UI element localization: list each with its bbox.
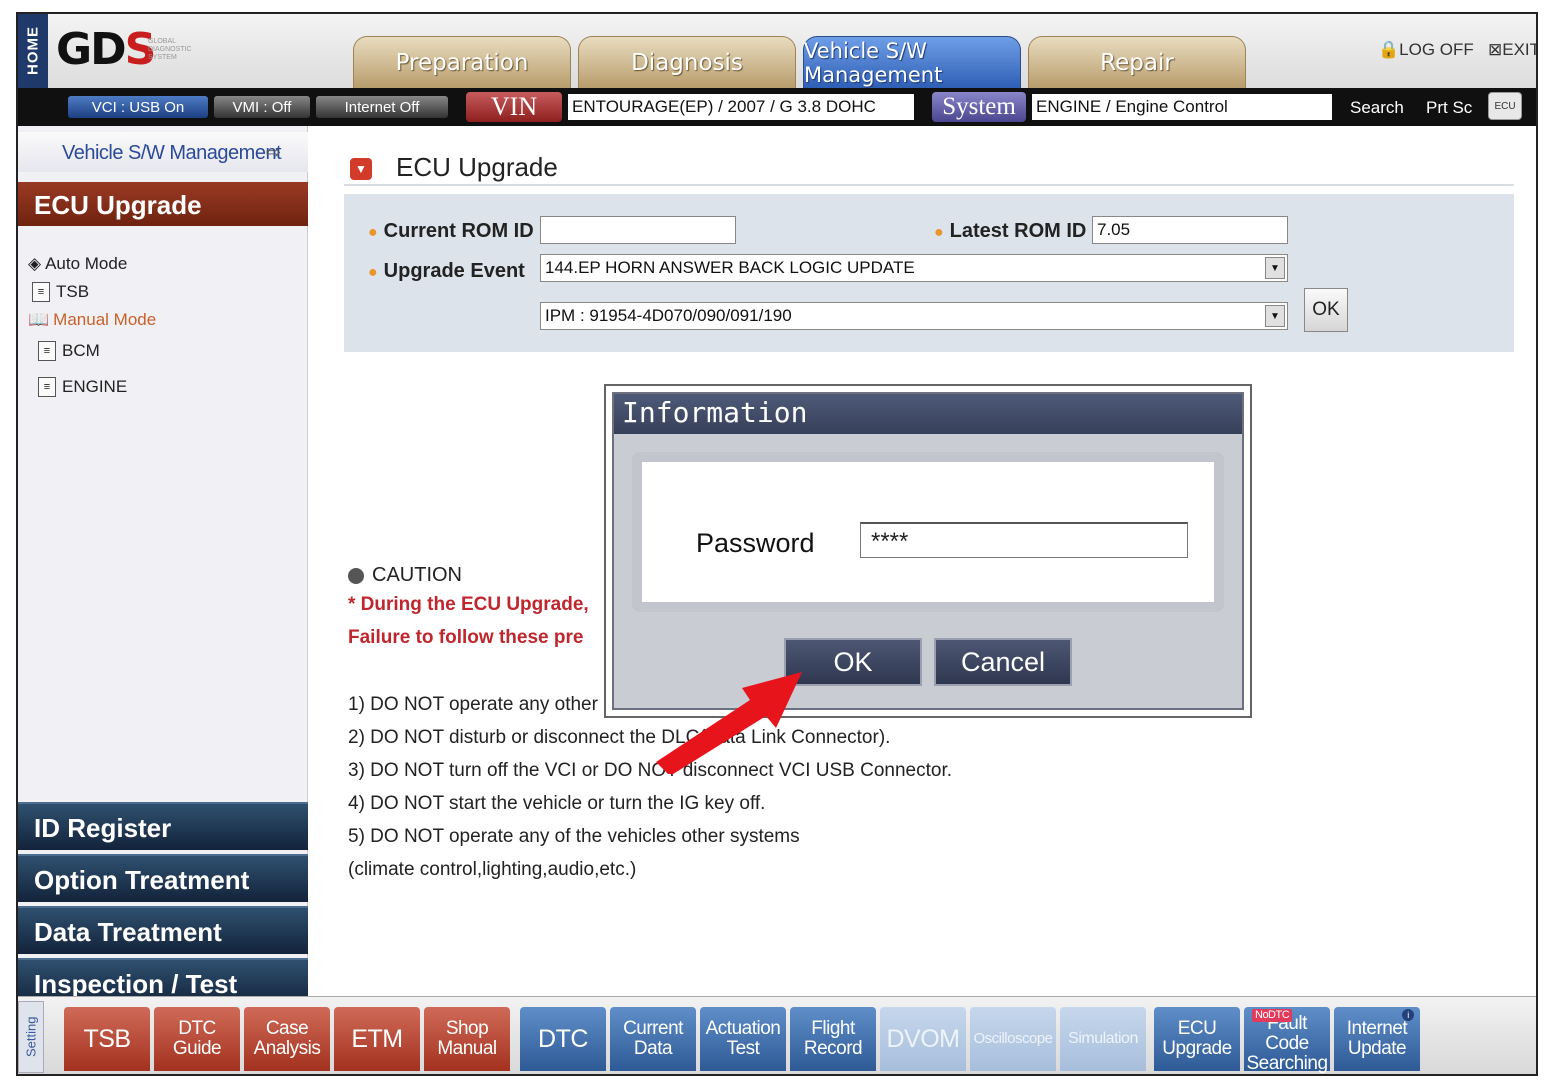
sidebar-section-ecu-upgrade[interactable]: ECU Upgrade <box>18 182 308 226</box>
gds-window: HOME GDS GLOBAL DIAGNOSTIC SYSTEM Prepar… <box>16 12 1538 1076</box>
print-screen-button[interactable]: Prt Sc <box>1426 98 1472 118</box>
gds-logo: GDS GLOBAL DIAGNOSTIC SYSTEM <box>56 24 216 75</box>
rule-4: 4) DO NOT start the vehicle or turn the … <box>348 793 766 814</box>
sidebar-id-register[interactable]: ID Register <box>18 802 308 850</box>
toolbar-shop-manual[interactable]: Shop Manual <box>424 1007 510 1071</box>
logo-subtext: GLOBAL DIAGNOSTIC SYSTEM <box>148 38 192 61</box>
upgrade-event-select[interactable]: 144.EP HORN ANSWER BACK LOGIC UPDATE ▼ <box>540 254 1288 282</box>
toolbar-simulation[interactable]: Simulation <box>1060 1007 1146 1071</box>
tab-preparation[interactable]: Preparation <box>353 36 571 88</box>
home-button[interactable]: HOME <box>18 14 48 88</box>
sidebar-data-treatment[interactable]: Data Treatment <box>18 906 308 954</box>
document-icon: ≡ <box>32 282 50 302</box>
collapse-icon[interactable]: ▼ <box>350 158 372 180</box>
no-dtc-badge: NoDTC <box>1252 1009 1293 1022</box>
vmi-status: VMI : Off <box>214 96 310 118</box>
dialog-title: Information <box>614 394 1242 434</box>
arrow-right-icon: ⇨ <box>266 142 281 162</box>
sidebar-item-engine[interactable]: ≡ ENGINE <box>38 377 127 397</box>
toolbar-oscilloscope[interactable]: Oscilloscope <box>970 1007 1056 1071</box>
password-input[interactable]: **** <box>860 522 1188 558</box>
red-pointer-arrow-icon <box>656 672 802 774</box>
diamond-icon: ◈ <box>28 254 42 273</box>
sidebar-item-auto-mode[interactable]: ◈ Auto Mode <box>28 254 127 274</box>
bullet-icon <box>348 567 364 584</box>
toolbar-actuation-test[interactable]: Actuation Test <box>700 1007 786 1071</box>
rule-1: 1) DO NOT operate any other <box>348 694 598 715</box>
password-label: Password <box>696 528 815 558</box>
toolbar-tsb[interactable]: TSB <box>64 1007 150 1071</box>
search-button[interactable]: Search <box>1350 98 1404 118</box>
internet-status: Internet Off <box>316 96 448 118</box>
info-icon: i <box>1402 1009 1414 1021</box>
title-divider <box>344 184 1514 186</box>
page-title: ECU Upgrade <box>396 152 558 182</box>
document-icon: ≡ <box>38 341 56 361</box>
upgrade-event-label: ● Upgrade Event <box>368 260 525 282</box>
toolbar-dtc[interactable]: DTC <box>520 1007 606 1071</box>
system-label: System <box>932 92 1026 122</box>
ipm-select[interactable]: IPM : 91954-4D070/090/091/190 ▼ <box>540 302 1288 330</box>
latest-rom-field[interactable]: 7.05 <box>1092 216 1288 244</box>
sidebar-item-tsb[interactable]: ≡ TSB <box>32 282 89 302</box>
sidebar-item-manual-mode[interactable]: 📖 Manual Mode <box>28 310 156 330</box>
tab-repair[interactable]: Repair <box>1028 36 1246 88</box>
toolbar-dtc-guide[interactable]: DTC Guide <box>154 1007 240 1071</box>
caution-line-2: Failure to follow these pre <box>348 627 584 648</box>
caution-line-1: * During the ECU Upgrade, <box>348 594 589 615</box>
sidebar-title[interactable]: Vehicle S/W Management ⇨ <box>18 132 308 172</box>
rule-5: 5) DO NOT operate any of the vehicles ot… <box>348 826 800 847</box>
current-rom-label: ● Current ROM ID <box>368 220 534 242</box>
sidebar: Vehicle S/W Management ⇨ ECU Upgrade ◈ A… <box>18 126 308 1006</box>
current-rom-field[interactable] <box>540 216 736 244</box>
vin-field[interactable]: ENTOURAGE(EP) / 2007 / G 3.8 DOHC <box>568 94 914 120</box>
toolbar-case-analysis[interactable]: Case Analysis <box>244 1007 330 1071</box>
sidebar-item-bcm[interactable]: ≡ BCM <box>38 341 100 361</box>
ok-button-form[interactable]: OK <box>1304 288 1348 332</box>
header-bar: GDS GLOBAL DIAGNOSTIC SYSTEM Preparation… <box>48 14 1536 88</box>
toolbar-current-data[interactable]: Current Data <box>610 1007 696 1071</box>
dropdown-arrow-icon[interactable]: ▼ <box>1265 305 1285 327</box>
system-field[interactable]: ENGINE / Engine Control <box>1032 94 1332 120</box>
tab-vehicle-sw-management[interactable]: Vehicle S/W Management <box>803 36 1021 88</box>
latest-rom-label: ● Latest ROM ID <box>934 220 1087 242</box>
log-off-button[interactable]: 🔒LOG OFF <box>1378 40 1474 60</box>
lock-icon: 🔒 <box>1378 40 1400 59</box>
vin-label: VIN <box>466 92 562 122</box>
dialog-cancel-button[interactable]: Cancel <box>934 638 1072 686</box>
setting-button[interactable]: Setting <box>18 1001 44 1073</box>
toolbar-dvom[interactable]: DVOM <box>880 1007 966 1071</box>
document-icon: ≡ <box>38 377 56 397</box>
bottom-toolbar: Setting TSB DTC Guide Case Analysis ETM … <box>18 996 1536 1074</box>
logo-text: GDS <box>56 24 156 75</box>
sidebar-option-treatment[interactable]: Option Treatment <box>18 854 308 902</box>
tab-diagnosis[interactable]: Diagnosis <box>578 36 796 88</box>
rom-form-panel: ● Current ROM ID ● Latest ROM ID 7.05 ● Upg… <box>344 194 1514 352</box>
vci-status: VCI : USB On <box>68 96 208 118</box>
toolbar-ecu-upgrade[interactable]: ECU Upgrade <box>1154 1007 1240 1071</box>
toolbar-flight-record[interactable]: Flight Record <box>790 1007 876 1071</box>
password-panel: Password **** <box>632 452 1224 612</box>
ecu-icon[interactable]: ECU <box>1488 92 1522 120</box>
status-bar: VCI : USB On VMI : Off Internet Off VIN … <box>18 88 1536 126</box>
dropdown-arrow-icon[interactable]: ▼ <box>1265 257 1285 279</box>
exit-button[interactable]: ⊠EXIT <box>1488 40 1536 60</box>
book-icon: 📖 <box>28 310 50 329</box>
caution-heading: CAUTION <box>348 564 462 587</box>
toolbar-fault-code-searching[interactable]: NoDTC Fault Code Searching <box>1244 1007 1330 1074</box>
close-box-icon: ⊠ <box>1488 40 1503 59</box>
rule-5-note: (climate control,lighting,audio,etc.) <box>348 859 637 880</box>
toolbar-etm[interactable]: ETM <box>334 1007 420 1071</box>
toolbar-internet-update[interactable]: i Internet Update <box>1334 1007 1420 1071</box>
